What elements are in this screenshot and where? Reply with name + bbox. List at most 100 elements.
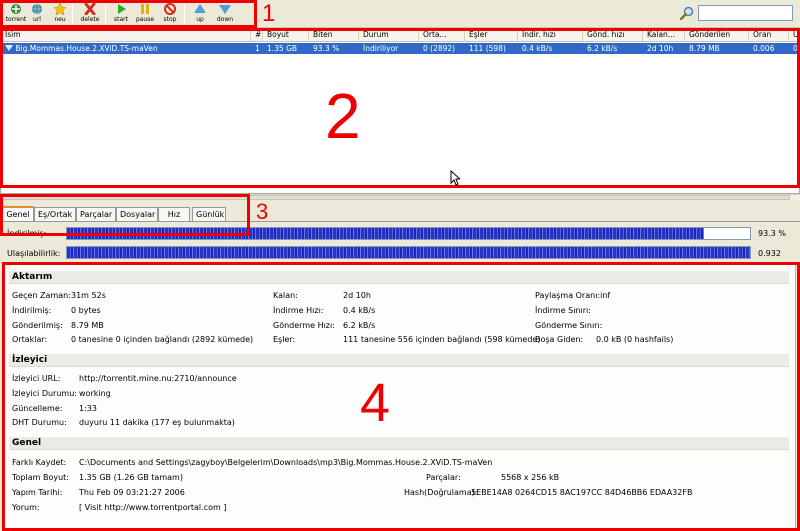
column-header-done[interactable]: Biten [309,29,359,42]
table-cell-eta: 2d 10h [647,44,674,53]
table-cell-done: 93.3 % [313,44,340,53]
created-label: Yapım Tarihi: [12,488,63,497]
save-as-value: C:\Documents and Settings\zagyboy\Belgel… [79,458,493,467]
pause-icon [141,4,149,14]
save-as-label: Farklı Kaydet: [12,458,67,467]
tab-peers[interactable]: Eş/Ortak [34,207,76,222]
new-torrent-label: neu [54,16,66,23]
mouse-cursor-icon [450,170,460,186]
tab-speed[interactable]: Hız [158,207,190,222]
downloaded-progress-bar [66,227,751,240]
arrow-down-icon [219,5,231,14]
triangle-down-icon [5,45,13,51]
share-ratio-value: inf [600,291,611,300]
share-ratio-label: Paylaşma Oranı:inf [535,291,610,300]
total-size-value: 1.35 GB (1.26 GB tamam) [79,473,183,482]
scrollbar-thumb[interactable] [0,195,790,200]
stop-button[interactable]: stop [155,2,185,26]
tracker-status-label: İzleyici Durumu: [12,389,77,398]
wasted-label: Boşa Giden: [535,335,584,344]
table-cell-peers: 111 (598) [469,44,506,53]
upload-limit-label: Gönderme Sınırı: [535,321,603,330]
detail-tabs: Genel Eş/Ortak Parçalar Dosyalar Hız Gün… [0,206,800,222]
column-header-availability[interactable]: Ula [789,29,799,42]
column-header-eta[interactable]: Kalan... [643,29,685,42]
tracker-update-label: Güncelleme: [12,404,63,413]
tab-divider [0,221,800,222]
column-header-down-speed[interactable]: İndir. hızı [518,29,583,42]
table-row[interactable]: Big.Mommas.House.2.XViD.TS-maVen 1 1.35 … [1,43,800,54]
tab-general[interactable]: Genel [2,206,34,222]
peers-info-value: 111 tanesine 556 içinden bağlandı (598 k… [343,335,541,344]
download-speed-value: 0.4 kB/s [343,306,376,315]
tracker-url-value: http://torrentit.mine.nu:2710/announce [79,374,237,383]
annotation-number-2: 2 [325,80,361,152]
table-cell-number: 1 [255,44,260,53]
tracker-update-value: 1:33 [79,404,97,413]
add-torrent-icon [11,4,21,14]
table-cell-up-speed: 6.2 kB/s [587,44,618,53]
column-header-uploaded[interactable]: Gönderilen [685,29,749,42]
upload-speed-value: 6.2 kB/s [343,321,376,330]
wasted-value: 0.0 kB (0 hashfails) [596,335,674,344]
delete-icon [84,3,96,15]
general-section-header: Genel [9,437,789,450]
downloaded-label: İndirilmiş: [7,229,47,238]
hash-label: Hash(Doğrulama): [404,488,478,497]
annotation-number-1: 1 [262,0,276,27]
tracker-section-header: İzleyici [9,354,789,367]
horizontal-scrollbar[interactable] [0,194,800,200]
seeds-info-value: 0 tanesine 0 içinden bağlandı (2892 küme… [71,335,254,344]
total-size-label: Toplam Boyut: [12,473,69,482]
table-header: İsim # Boyut Biten Durum Orta... Eşler İ… [1,29,799,42]
peers-info-label: Eşler: [273,335,296,344]
download-limit-label: İndirme Sınırı: [535,306,591,315]
comment-label: Yorum: [12,503,40,512]
torrent-name: Big.Mommas.House.2.XViD.TS-maVen [15,44,158,53]
torrent-list: İsim # Boyut Biten Durum Orta... Eşler İ… [0,28,800,194]
elapsed-label: Geçen Zaman: [12,291,71,300]
table-cell-down-speed: 0.4 kB/s [522,44,553,53]
created-value: Thu Feb 09 03:21:27 2006 [79,488,185,497]
search-input[interactable] [698,5,793,21]
tab-log[interactable]: Günlük [192,207,226,222]
table-cell-ratio: 0.006 [753,44,775,53]
table-cell-availability: 0.9 [793,44,800,53]
table-cell-seeds: 0 (2892) [423,44,456,53]
column-header-up-speed[interactable]: Gönd. hızı [583,29,643,42]
column-header-name[interactable]: İsim [1,29,251,42]
torrent-name-cell: Big.Mommas.House.2.XViD.TS-maVen [1,43,251,54]
tracker-status-value: working [79,389,111,398]
column-header-status[interactable]: Durum [359,29,419,42]
hash-value: 5EBE14A8 0264CD15 8AC197CC 84D46BB6 EDAA… [471,488,693,497]
tab-pieces[interactable]: Parçalar [76,207,116,222]
annotation-number-3: 3 [256,199,269,224]
availability-progress-bar [66,246,751,259]
move-down-button[interactable]: down [210,2,240,26]
comment-value: [ Visit http://www.torrentportal.com ] [79,503,227,512]
dht-status-label: DHT Durumu: [12,418,67,427]
arrow-up-icon [194,4,206,13]
search-icon[interactable] [680,6,694,20]
downloaded-info-label: İndirilmiş: [12,306,52,315]
table-cell-size: 1.35 GB [267,44,298,53]
pieces-label: Parçalar: [426,473,461,482]
table-cell-status: İndiriliyor [363,44,399,53]
tab-files[interactable]: Dosyalar [116,207,158,222]
elapsed-value: 31m 52s [71,291,106,300]
availability-value: 0.932 [758,249,781,258]
column-header-number[interactable]: # [251,29,263,42]
column-header-size[interactable]: Boyut [263,29,309,42]
new-torrent-button[interactable]: neu [45,2,75,26]
delete-label: delete [80,16,100,23]
availability-progress-fill [67,247,750,258]
column-header-seeds[interactable]: Orta... [419,29,465,42]
downloaded-progress-fill [67,228,705,239]
torrent-info-panel: Aktarım Geçen Zaman: 31m 52s İndirilmiş:… [4,264,796,530]
column-header-peers[interactable]: Eşler [465,29,518,42]
stop-icon [164,3,176,15]
delete-button[interactable]: delete [75,2,105,26]
play-icon [118,4,126,14]
column-header-ratio[interactable]: Oran [749,29,789,42]
uploaded-info-value: 8.79 MB [71,321,104,330]
